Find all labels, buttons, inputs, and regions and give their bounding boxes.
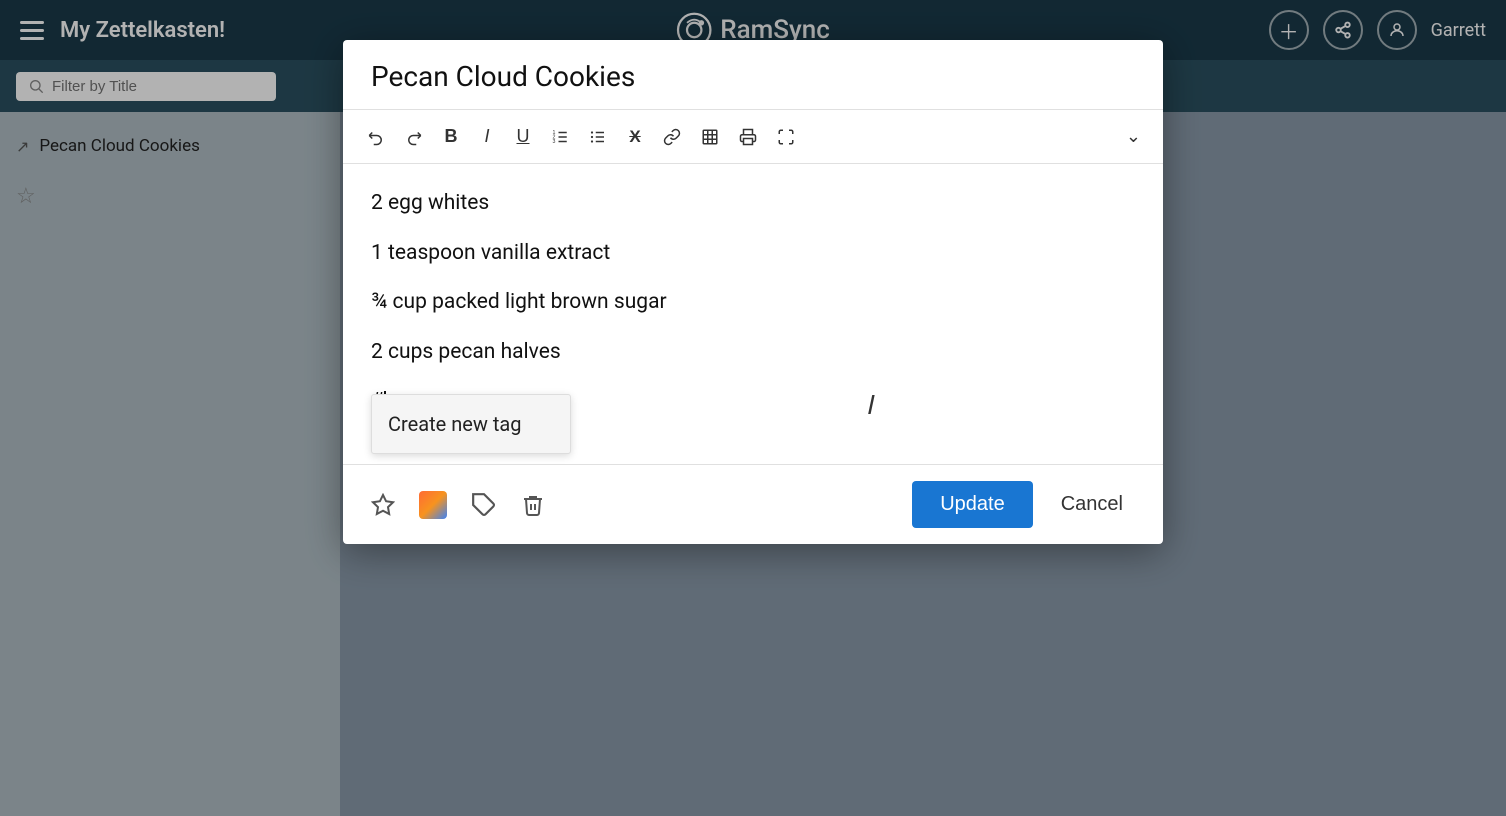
toolbar-more-button[interactable]: ⌄ bbox=[1120, 120, 1147, 153]
editor-line-1: 2 egg whites bbox=[371, 188, 1135, 220]
footer-left bbox=[367, 487, 898, 523]
editor-line-2: 1 teaspoon vanilla extract bbox=[371, 238, 1135, 270]
table-button[interactable] bbox=[693, 121, 727, 153]
strikethrough-button[interactable]: X bbox=[619, 121, 651, 153]
svg-text:3: 3 bbox=[553, 139, 556, 145]
underline-button[interactable]: U bbox=[507, 121, 539, 153]
modal-footer: Update Cancel bbox=[343, 464, 1163, 544]
modal-title: Pecan Cloud Cookies bbox=[371, 60, 1135, 93]
create-new-tag-item[interactable]: Create new tag bbox=[372, 395, 570, 453]
bold-button[interactable]: B bbox=[435, 121, 467, 153]
flame-icon bbox=[419, 491, 447, 519]
fullscreen-button[interactable] bbox=[769, 121, 803, 153]
redo-button[interactable] bbox=[397, 121, 431, 153]
favorite-button[interactable] bbox=[367, 489, 399, 521]
i-cursor-indicator: 𝐼 bbox=[868, 386, 875, 425]
italic-button[interactable]: I bbox=[471, 121, 503, 153]
tags-button[interactable] bbox=[467, 488, 501, 522]
cancel-button[interactable]: Cancel bbox=[1045, 481, 1139, 528]
footer-right: Update Cancel bbox=[912, 481, 1139, 528]
modal-dialog: Pecan Cloud Cookies B I U 1 2 bbox=[343, 40, 1163, 544]
editor-content[interactable]: 2 egg whites 1 teaspoon vanilla extract … bbox=[343, 164, 1163, 464]
link-button[interactable] bbox=[655, 121, 689, 153]
delete-button[interactable] bbox=[517, 489, 549, 521]
modal-header: Pecan Cloud Cookies bbox=[343, 40, 1163, 110]
editor-line-4: 2 cups pecan halves bbox=[371, 337, 1135, 369]
ordered-list-button[interactable]: 1 2 3 bbox=[543, 121, 577, 153]
unordered-list-button[interactable] bbox=[581, 121, 615, 153]
tag-dropdown[interactable]: Create new tag bbox=[371, 394, 571, 454]
update-button[interactable]: Update bbox=[912, 481, 1033, 528]
print-button[interactable] bbox=[731, 121, 765, 153]
editor-toolbar: B I U 1 2 3 X bbox=[343, 110, 1163, 164]
theme-button[interactable] bbox=[415, 487, 451, 523]
undo-button[interactable] bbox=[359, 121, 393, 153]
modal-overlay: Pecan Cloud Cookies B I U 1 2 bbox=[0, 0, 1506, 816]
editor-line-3: ¾ cup packed light brown sugar bbox=[371, 287, 1135, 319]
